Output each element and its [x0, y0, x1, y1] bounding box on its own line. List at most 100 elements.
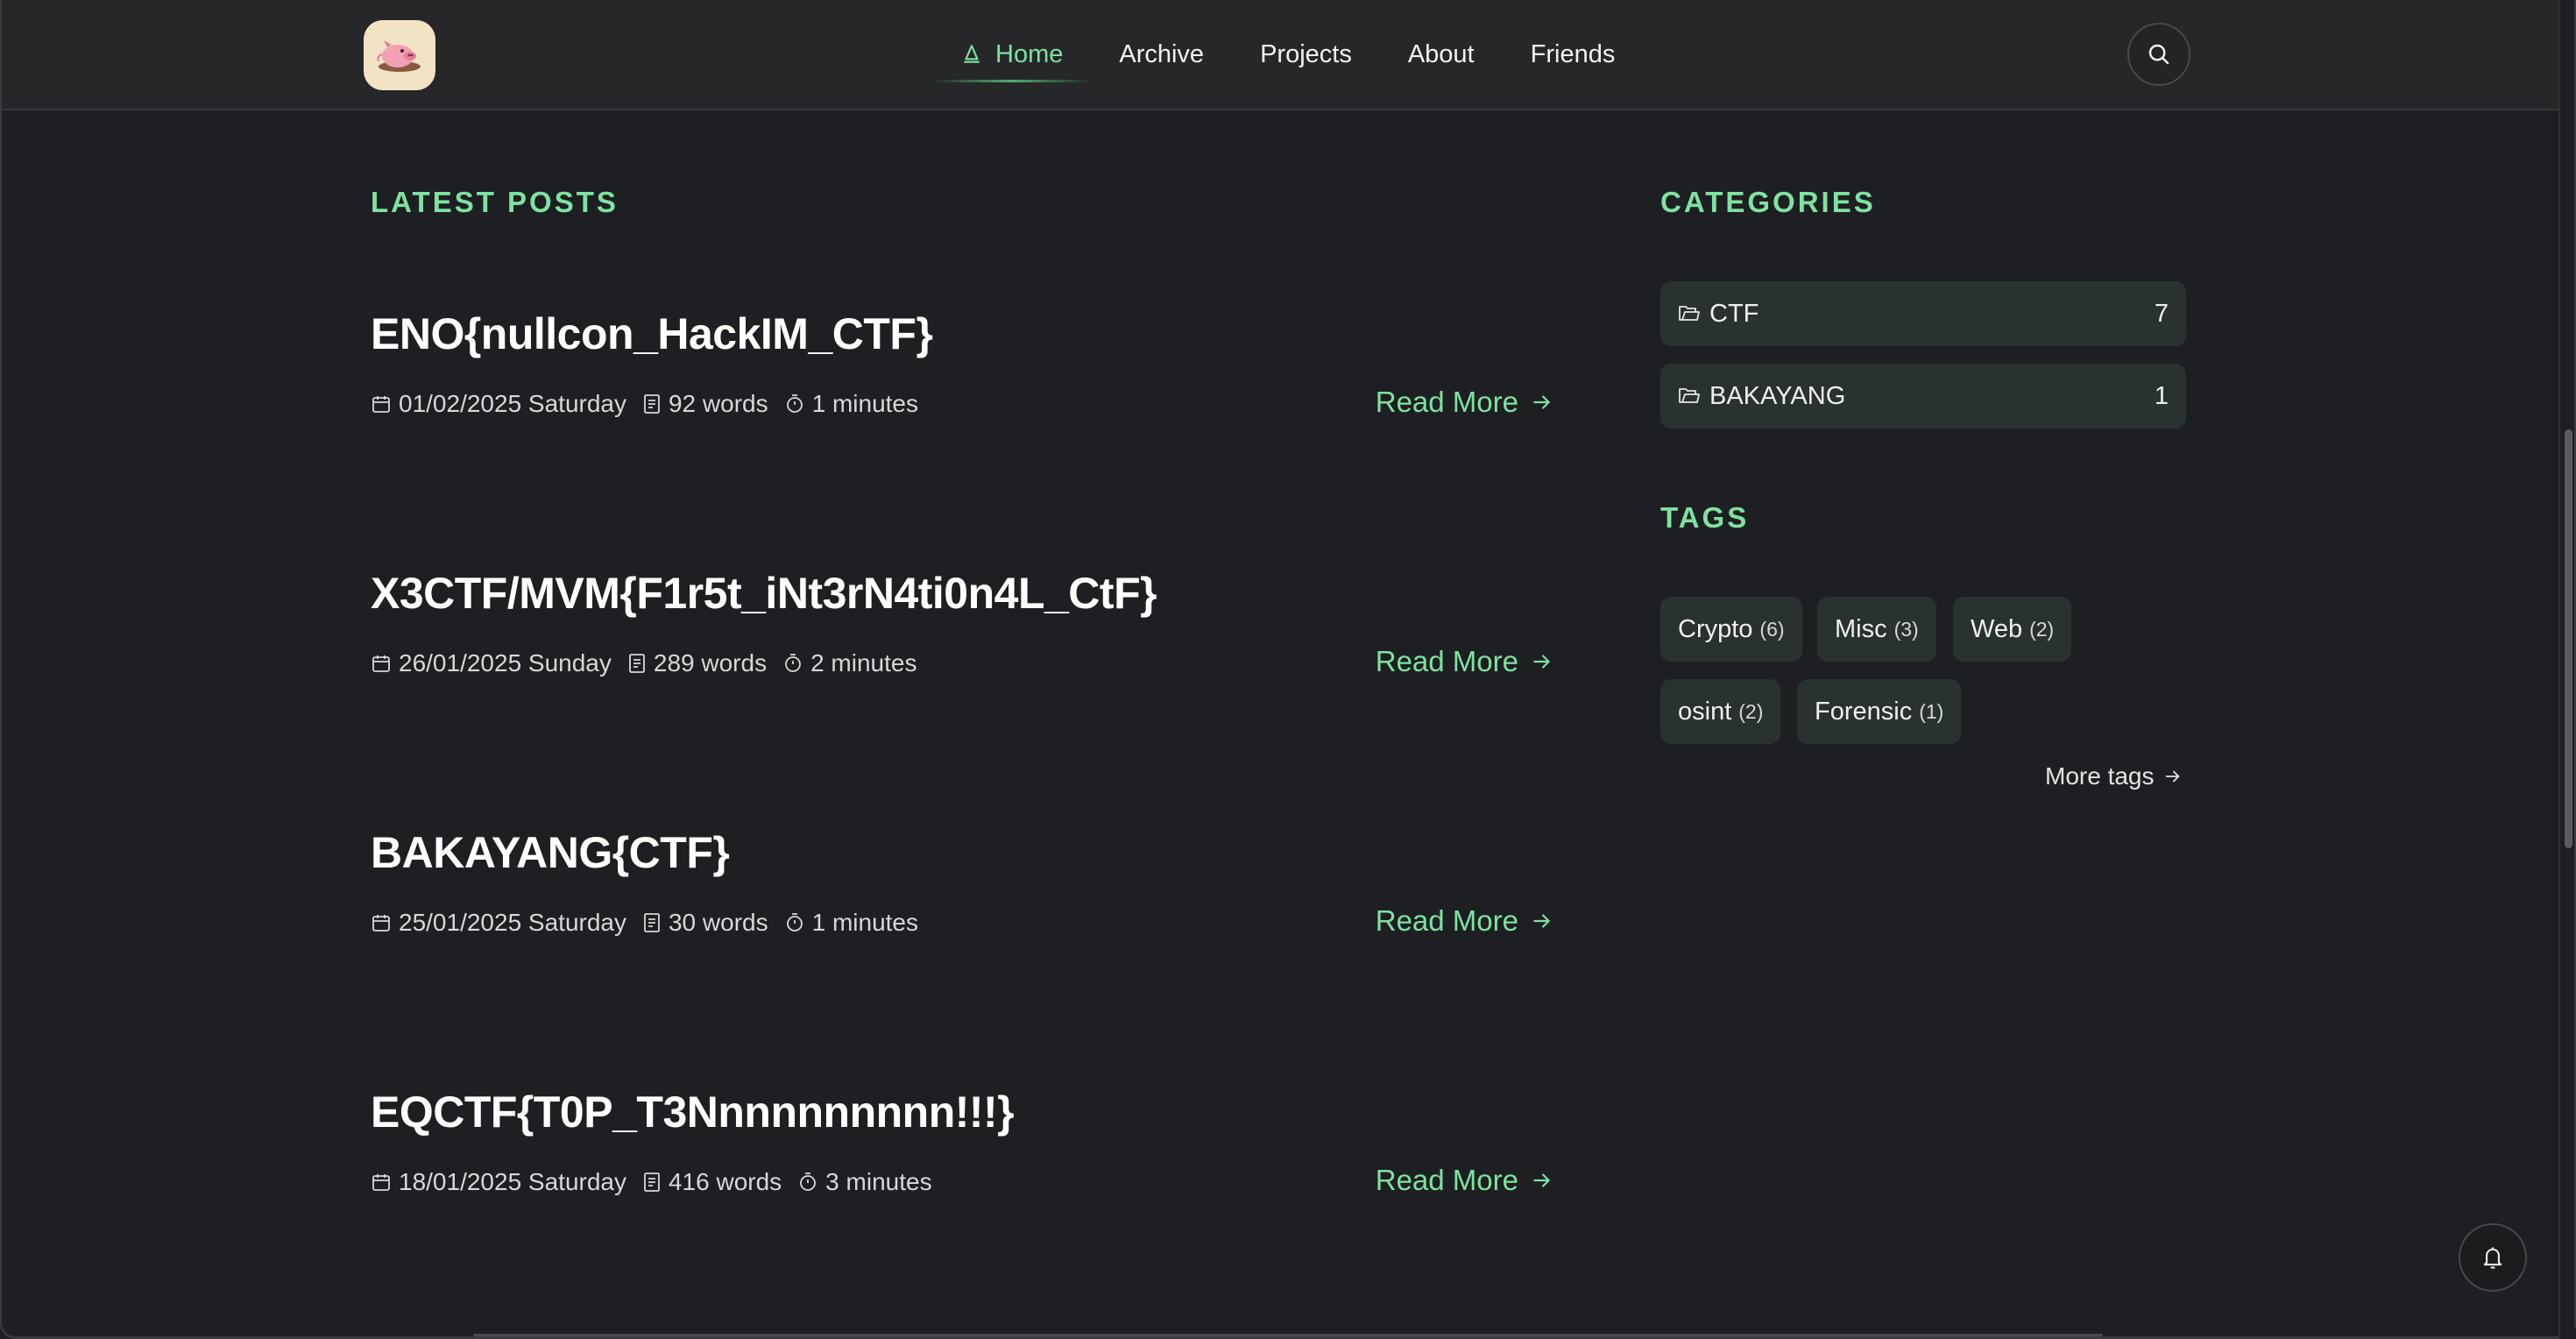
- tag-name: Forensic: [1815, 697, 1913, 726]
- arrow-right-icon: [2165, 770, 2180, 783]
- post-date: 01/02/2025 Saturday: [371, 390, 626, 418]
- category-name: BAKAYANG: [1709, 381, 1846, 410]
- read-more-label: Read More: [1375, 1164, 1518, 1196]
- more-tags-link[interactable]: More tags: [2045, 762, 2183, 790]
- category-count: 1: [2154, 381, 2169, 410]
- categories-heading: CATEGORIES: [1660, 186, 1876, 218]
- nav-about-label: About: [1407, 39, 1475, 68]
- post-card: ENO{nullcon_HackIM_CTF} 01/02/2025 Satur…: [371, 308, 1553, 418]
- tag-count: (2): [2029, 617, 2055, 641]
- latest-posts-heading: LATEST POSTS: [371, 186, 619, 218]
- site-header: Home Archive Projects About Friends: [2, 0, 2558, 110]
- post-reading-time: 3 minutes: [797, 1168, 932, 1196]
- post-title[interactable]: X3CTF/MVM{F1r5t_iNt3rN4ti0n4L_CtF}: [371, 568, 1553, 619]
- post-time-text: 1 minutes: [811, 909, 919, 936]
- search-button[interactable]: [2127, 23, 2190, 86]
- read-more-link[interactable]: Read More: [1376, 904, 1553, 938]
- tag-count: (2): [1738, 699, 1764, 723]
- nav-about[interactable]: About: [1380, 0, 1503, 109]
- post-date-text: 18/01/2025 Saturday: [399, 1168, 626, 1195]
- tag-name: Web: [1971, 614, 2023, 643]
- read-more-link[interactable]: Read More: [1376, 386, 1553, 419]
- read-more-label: Read More: [1375, 645, 1518, 677]
- post-date: 18/01/2025 Saturday: [371, 1168, 626, 1196]
- post-words-text: 92 words: [668, 390, 768, 417]
- nav-home-label: Home: [995, 39, 1064, 68]
- nav-projects[interactable]: Projects: [1232, 0, 1380, 109]
- arrow-right-icon: [1533, 914, 1551, 928]
- post-meta: 26/01/2025 Sunday 289 words 2 minutes: [371, 649, 932, 677]
- sailboat-icon: [960, 43, 983, 66]
- post-title[interactable]: EQCTF{T0P_T3Nnnnnnnnnn!!!}: [371, 1087, 1553, 1137]
- stopwatch-icon: [800, 1173, 817, 1191]
- nav-friends-label: Friends: [1530, 39, 1616, 68]
- category-count: 7: [2154, 299, 2169, 328]
- notification-button[interactable]: [2459, 1223, 2527, 1292]
- document-icon: [644, 394, 660, 414]
- read-more-label: Read More: [1375, 386, 1518, 418]
- post-meta: 25/01/2025 Saturday 30 words 1 minutes: [371, 909, 934, 937]
- post-reading-time: 1 minutes: [784, 390, 918, 418]
- tag-count: (3): [1893, 617, 1919, 641]
- post-date-text: 26/01/2025 Sunday: [399, 649, 612, 677]
- post-meta: 01/02/2025 Saturday 92 words 1 minutes: [371, 390, 934, 418]
- tag-forensic[interactable]: Forensic (1): [1797, 679, 1962, 744]
- page-scrollbar[interactable]: [2558, 0, 2574, 1339]
- tag-crypto[interactable]: Crypto (6): [1660, 597, 1802, 662]
- nav-home[interactable]: Home: [932, 0, 1092, 109]
- stopwatch-icon: [785, 654, 801, 672]
- read-more-label: Read More: [1375, 904, 1518, 937]
- stopwatch-icon: [786, 394, 803, 413]
- scrollbar-thumb[interactable]: [2565, 429, 2572, 848]
- tag-name: Misc: [1835, 614, 1887, 643]
- document-icon: [644, 913, 660, 932]
- tag-name: osint: [1678, 697, 1732, 726]
- post-words: 30 words: [642, 909, 768, 937]
- document-icon: [628, 654, 645, 673]
- more-tags-label: More tags: [2045, 762, 2155, 790]
- stopwatch-icon: [786, 913, 803, 932]
- post-title[interactable]: BAKAYANG{CTF}: [371, 827, 1553, 878]
- nav-archive[interactable]: Archive: [1091, 0, 1232, 109]
- arrow-right-icon: [1533, 395, 1551, 409]
- tag-web[interactable]: Web (2): [1953, 597, 2072, 662]
- post-card: EQCTF{T0P_T3Nnnnnnnnnn!!!} 18/01/2025 Sa…: [371, 1087, 1553, 1196]
- post-title[interactable]: ENO{nullcon_HackIM_CTF}: [371, 308, 1553, 359]
- post-time-text: 2 minutes: [810, 649, 917, 677]
- site-logo[interactable]: [364, 20, 435, 90]
- arrow-right-icon: [1533, 1173, 1551, 1187]
- folder-icon: [1678, 304, 1701, 323]
- category-item-bakayang[interactable]: BAKAYANG 1: [1660, 364, 2186, 429]
- post-reading-time: 1 minutes: [784, 909, 918, 937]
- calendar-icon: [372, 1174, 390, 1191]
- pig-avatar-icon: [377, 40, 421, 72]
- search-icon: [2148, 44, 2169, 65]
- tag-osint[interactable]: osint (2): [1660, 679, 1781, 744]
- read-more-link[interactable]: Read More: [1376, 645, 1553, 678]
- bell-icon: [2483, 1247, 2502, 1269]
- tag-misc[interactable]: Misc (3): [1817, 597, 1936, 662]
- nav-archive-label: Archive: [1119, 39, 1205, 68]
- tag-name: Crypto: [1678, 614, 1753, 643]
- post-card: X3CTF/MVM{F1r5t_iNt3rN4ti0n4L_CtF} 26/01…: [371, 568, 1553, 677]
- post-time-text: 1 minutes: [811, 390, 919, 417]
- calendar-icon: [372, 396, 390, 413]
- category-name: CTF: [1709, 299, 1759, 328]
- post-date-text: 25/01/2025 Saturday: [399, 909, 626, 936]
- category-item-ctf[interactable]: CTF 7: [1660, 281, 2186, 346]
- post-card: BAKAYANG{CTF} 25/01/2025 Saturday 30 wor…: [371, 827, 1553, 937]
- tags-heading: TAGS: [1660, 501, 1750, 534]
- post-words-text: 289 words: [653, 649, 768, 677]
- post-reading-time: 2 minutes: [782, 649, 916, 677]
- tag-count: (6): [1759, 617, 1785, 641]
- tag-count: (1): [1919, 699, 1944, 723]
- post-time-text: 3 minutes: [825, 1168, 932, 1195]
- post-date-text: 01/02/2025 Saturday: [399, 390, 626, 417]
- nav-friends[interactable]: Friends: [1503, 0, 1644, 109]
- window-bottom-edge: [473, 1334, 2103, 1336]
- folder-icon: [1678, 386, 1701, 406]
- calendar-icon: [372, 915, 390, 932]
- nav-projects-label: Projects: [1260, 39, 1352, 68]
- post-words: 289 words: [627, 649, 767, 677]
- read-more-link[interactable]: Read More: [1376, 1164, 1553, 1197]
